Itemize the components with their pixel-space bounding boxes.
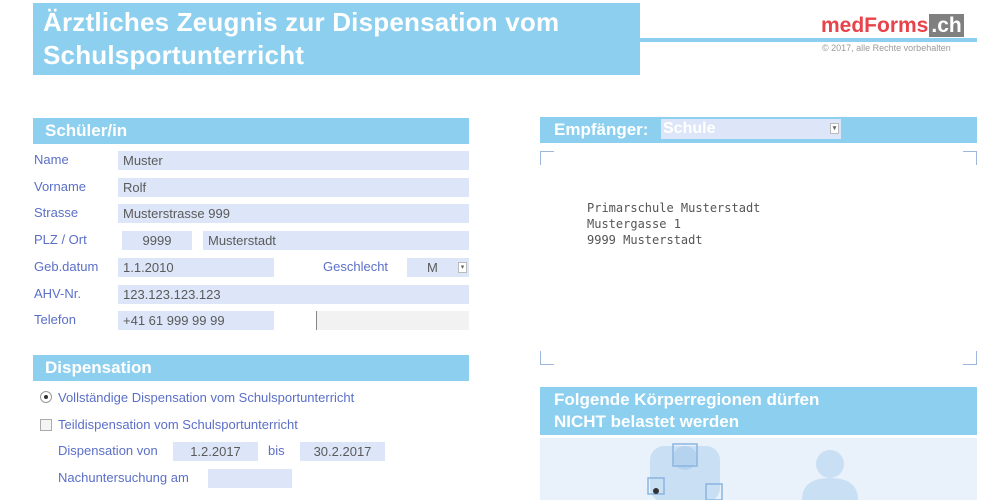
form-title-line2: Schulsportunterricht [43, 40, 305, 70]
form-title-box: Ärztliches Zeugnis zur Dispensation vom … [33, 3, 640, 75]
recipient-select[interactable]: Schule ▾ [661, 119, 841, 139]
gender-label: Geschlecht [323, 259, 389, 274]
zip-field[interactable]: 9999 [122, 231, 192, 250]
address-window-corner-bl [540, 351, 554, 365]
dispensation-section-header: Dispensation [33, 355, 469, 381]
body-regions-title-line2: NICHT belastet werden [554, 412, 740, 431]
birthdate-field[interactable]: 1.1.2010 [118, 258, 274, 277]
dropdown-arrow-icon[interactable]: ▾ [830, 123, 839, 134]
brand-logo-tld: .ch [929, 14, 964, 37]
phone2-field[interactable] [316, 311, 469, 330]
brand-logo: medForms .ch [821, 13, 964, 39]
body-regions-title-line1: Folgende Körperregionen dürfen [554, 390, 820, 409]
address-window-corner-tl [540, 151, 554, 165]
copyright-notice: © 2017, alle Rechte vorbehalten [822, 43, 951, 53]
zip-city-label: PLZ / Ort [34, 232, 87, 247]
followup-field[interactable] [208, 469, 292, 488]
city-field[interactable]: Musterstadt [203, 231, 469, 250]
name-field[interactable]: Muster [118, 151, 469, 170]
followup-label: Nachuntersuchung am [58, 470, 189, 485]
name-label: Name [34, 152, 69, 167]
recipient-selected-value: Schule [663, 120, 716, 137]
body-figure-front-icon [647, 443, 723, 500]
dispensation-to-field[interactable]: 30.2.2017 [300, 442, 385, 461]
phone-label: Telefon [34, 312, 76, 327]
region-selected-marker [653, 488, 659, 494]
birthdate-label: Geb.datum [34, 259, 99, 274]
street-field[interactable]: Musterstrasse 999 [118, 204, 469, 223]
student-section-header: Schüler/in [33, 118, 469, 144]
body-figure-back-icon [802, 450, 858, 500]
body-regions-panel [540, 438, 977, 500]
dropdown-arrow-icon[interactable]: ▾ [458, 262, 467, 273]
brand-logo-main: medForms [821, 14, 929, 37]
dispensation-from-label: Dispensation von [58, 443, 158, 458]
body-figures [647, 443, 858, 500]
street-label: Strasse [34, 205, 79, 220]
dispensation-to-label: bis [268, 443, 285, 458]
ahv-field[interactable]: 123.123.123.123 [118, 285, 469, 304]
partial-dispensation-checkbox[interactable] [40, 419, 52, 431]
recipient-address: Primarschule Musterstadt Mustergasse 1 9… [587, 200, 760, 248]
radio-selected-dot [44, 395, 48, 399]
firstname-field[interactable]: Rolf [118, 178, 469, 197]
partial-dispensation-label: Teildispensation vom Schulsportunterrich… [58, 417, 298, 432]
firstname-label: Vorname [34, 179, 87, 194]
form-title-line1: Ärztliches Zeugnis zur Dispensation vom [43, 7, 560, 37]
dispensation-from-field[interactable]: 1.2.2017 [173, 442, 258, 461]
recipient-label: Empfänger: [554, 120, 649, 139]
gender-select[interactable]: M ▾ [407, 258, 469, 277]
address-line: Primarschule Musterstadt [587, 201, 761, 215]
body-regions-section-header: Folgende Körperregionen dürfen NICHT bel… [540, 387, 977, 435]
full-dispensation-label: Vollständige Dispensation vom Schulsport… [58, 390, 355, 405]
full-dispensation-radio[interactable] [40, 391, 52, 403]
address-line: 9999 Musterstadt [587, 233, 703, 247]
phone-field[interactable]: +41 61 999 99 99 [118, 311, 274, 330]
address-window-corner-tr [963, 151, 977, 165]
gender-value: M [427, 260, 438, 275]
address-line: Mustergasse 1 [587, 217, 681, 231]
ahv-label: AHV-Nr. [34, 286, 81, 301]
address-window-corner-br [963, 351, 977, 365]
